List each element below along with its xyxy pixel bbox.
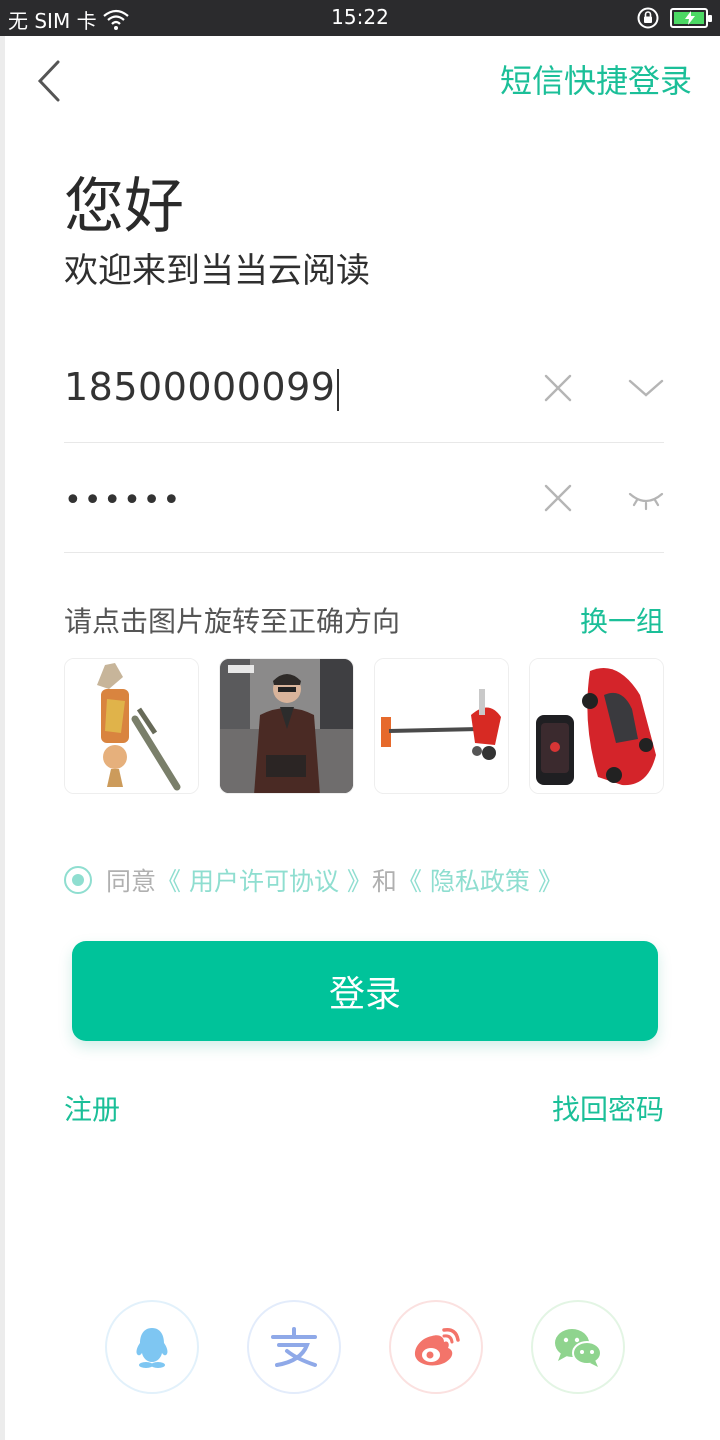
close-icon [544, 374, 572, 402]
clear-phone-button[interactable] [540, 370, 576, 406]
captcha-image-figure[interactable] [64, 658, 199, 794]
status-bar: 无 SIM 卡 15:22 [0, 0, 720, 36]
privacy-policy-link[interactable]: 《 隐私政策 》 [397, 862, 563, 898]
captcha-image-man[interactable] [219, 658, 354, 794]
password-field[interactable]: •••••• [64, 443, 664, 553]
agree-and: 和 [371, 867, 397, 896]
phone-value: 18500000099 [64, 365, 336, 409]
page-title: 您好 [64, 172, 184, 242]
register-link[interactable]: 注册 [64, 1088, 120, 1128]
text-caret [337, 368, 340, 411]
agreement-row: 同意 《 用户许可协议 》 和 《 隐私政策 》 [64, 862, 563, 898]
wechat-icon [555, 1329, 602, 1367]
close-icon [544, 484, 572, 512]
phone-input[interactable]: 18500000099 [64, 365, 340, 411]
status-time: 15:22 [331, 5, 389, 29]
back-button[interactable] [30, 56, 74, 106]
phone-field[interactable]: 18500000099 [64, 333, 664, 443]
refresh-captcha-button[interactable]: 换一组 [580, 600, 664, 640]
chevron-down-icon [628, 379, 664, 397]
weibo-icon [414, 1327, 460, 1366]
toggle-password-visibility-button[interactable] [628, 480, 664, 516]
chevron-left-icon [37, 60, 60, 102]
wechat-login-button[interactable] [531, 1300, 625, 1394]
rotated-figure-image [65, 659, 198, 793]
clear-password-button[interactable] [540, 480, 576, 516]
captcha-image-car[interactable] [529, 658, 664, 794]
red-car-image [530, 659, 663, 793]
status-right [636, 6, 712, 30]
weibo-login-button[interactable] [389, 1300, 483, 1394]
alipay-icon [271, 1327, 317, 1367]
edge-strip [0, 36, 5, 1440]
qq-icon [136, 1328, 168, 1368]
account-dropdown-button[interactable] [628, 370, 664, 406]
eye-closed-icon [628, 492, 664, 511]
scooter-image [375, 659, 508, 793]
agree-prefix: 同意 [106, 867, 157, 896]
welcome-text: 欢迎来到当当云阅读 [64, 251, 370, 291]
agree-radio[interactable] [64, 866, 92, 894]
captcha-hint: 请点击图片旋转至正确方向 [64, 605, 401, 638]
qq-login-button[interactable] [105, 1300, 199, 1394]
charging-icon [685, 11, 695, 25]
captcha-image-scooter[interactable] [374, 658, 509, 794]
man-in-jacket-image [220, 659, 353, 793]
password-input[interactable]: •••••• [64, 483, 182, 518]
forgot-password-link[interactable]: 找回密码 [552, 1088, 664, 1128]
user-license-link[interactable]: 《 用户许可协议 》 [156, 862, 372, 898]
battery-icon [670, 8, 712, 28]
login-button[interactable]: 登录 [72, 941, 658, 1041]
rotation-lock-icon [637, 7, 659, 29]
sms-login-link[interactable]: 短信快捷登录 [500, 56, 692, 102]
alipay-login-button[interactable] [247, 1300, 341, 1394]
captcha-images [64, 658, 664, 794]
